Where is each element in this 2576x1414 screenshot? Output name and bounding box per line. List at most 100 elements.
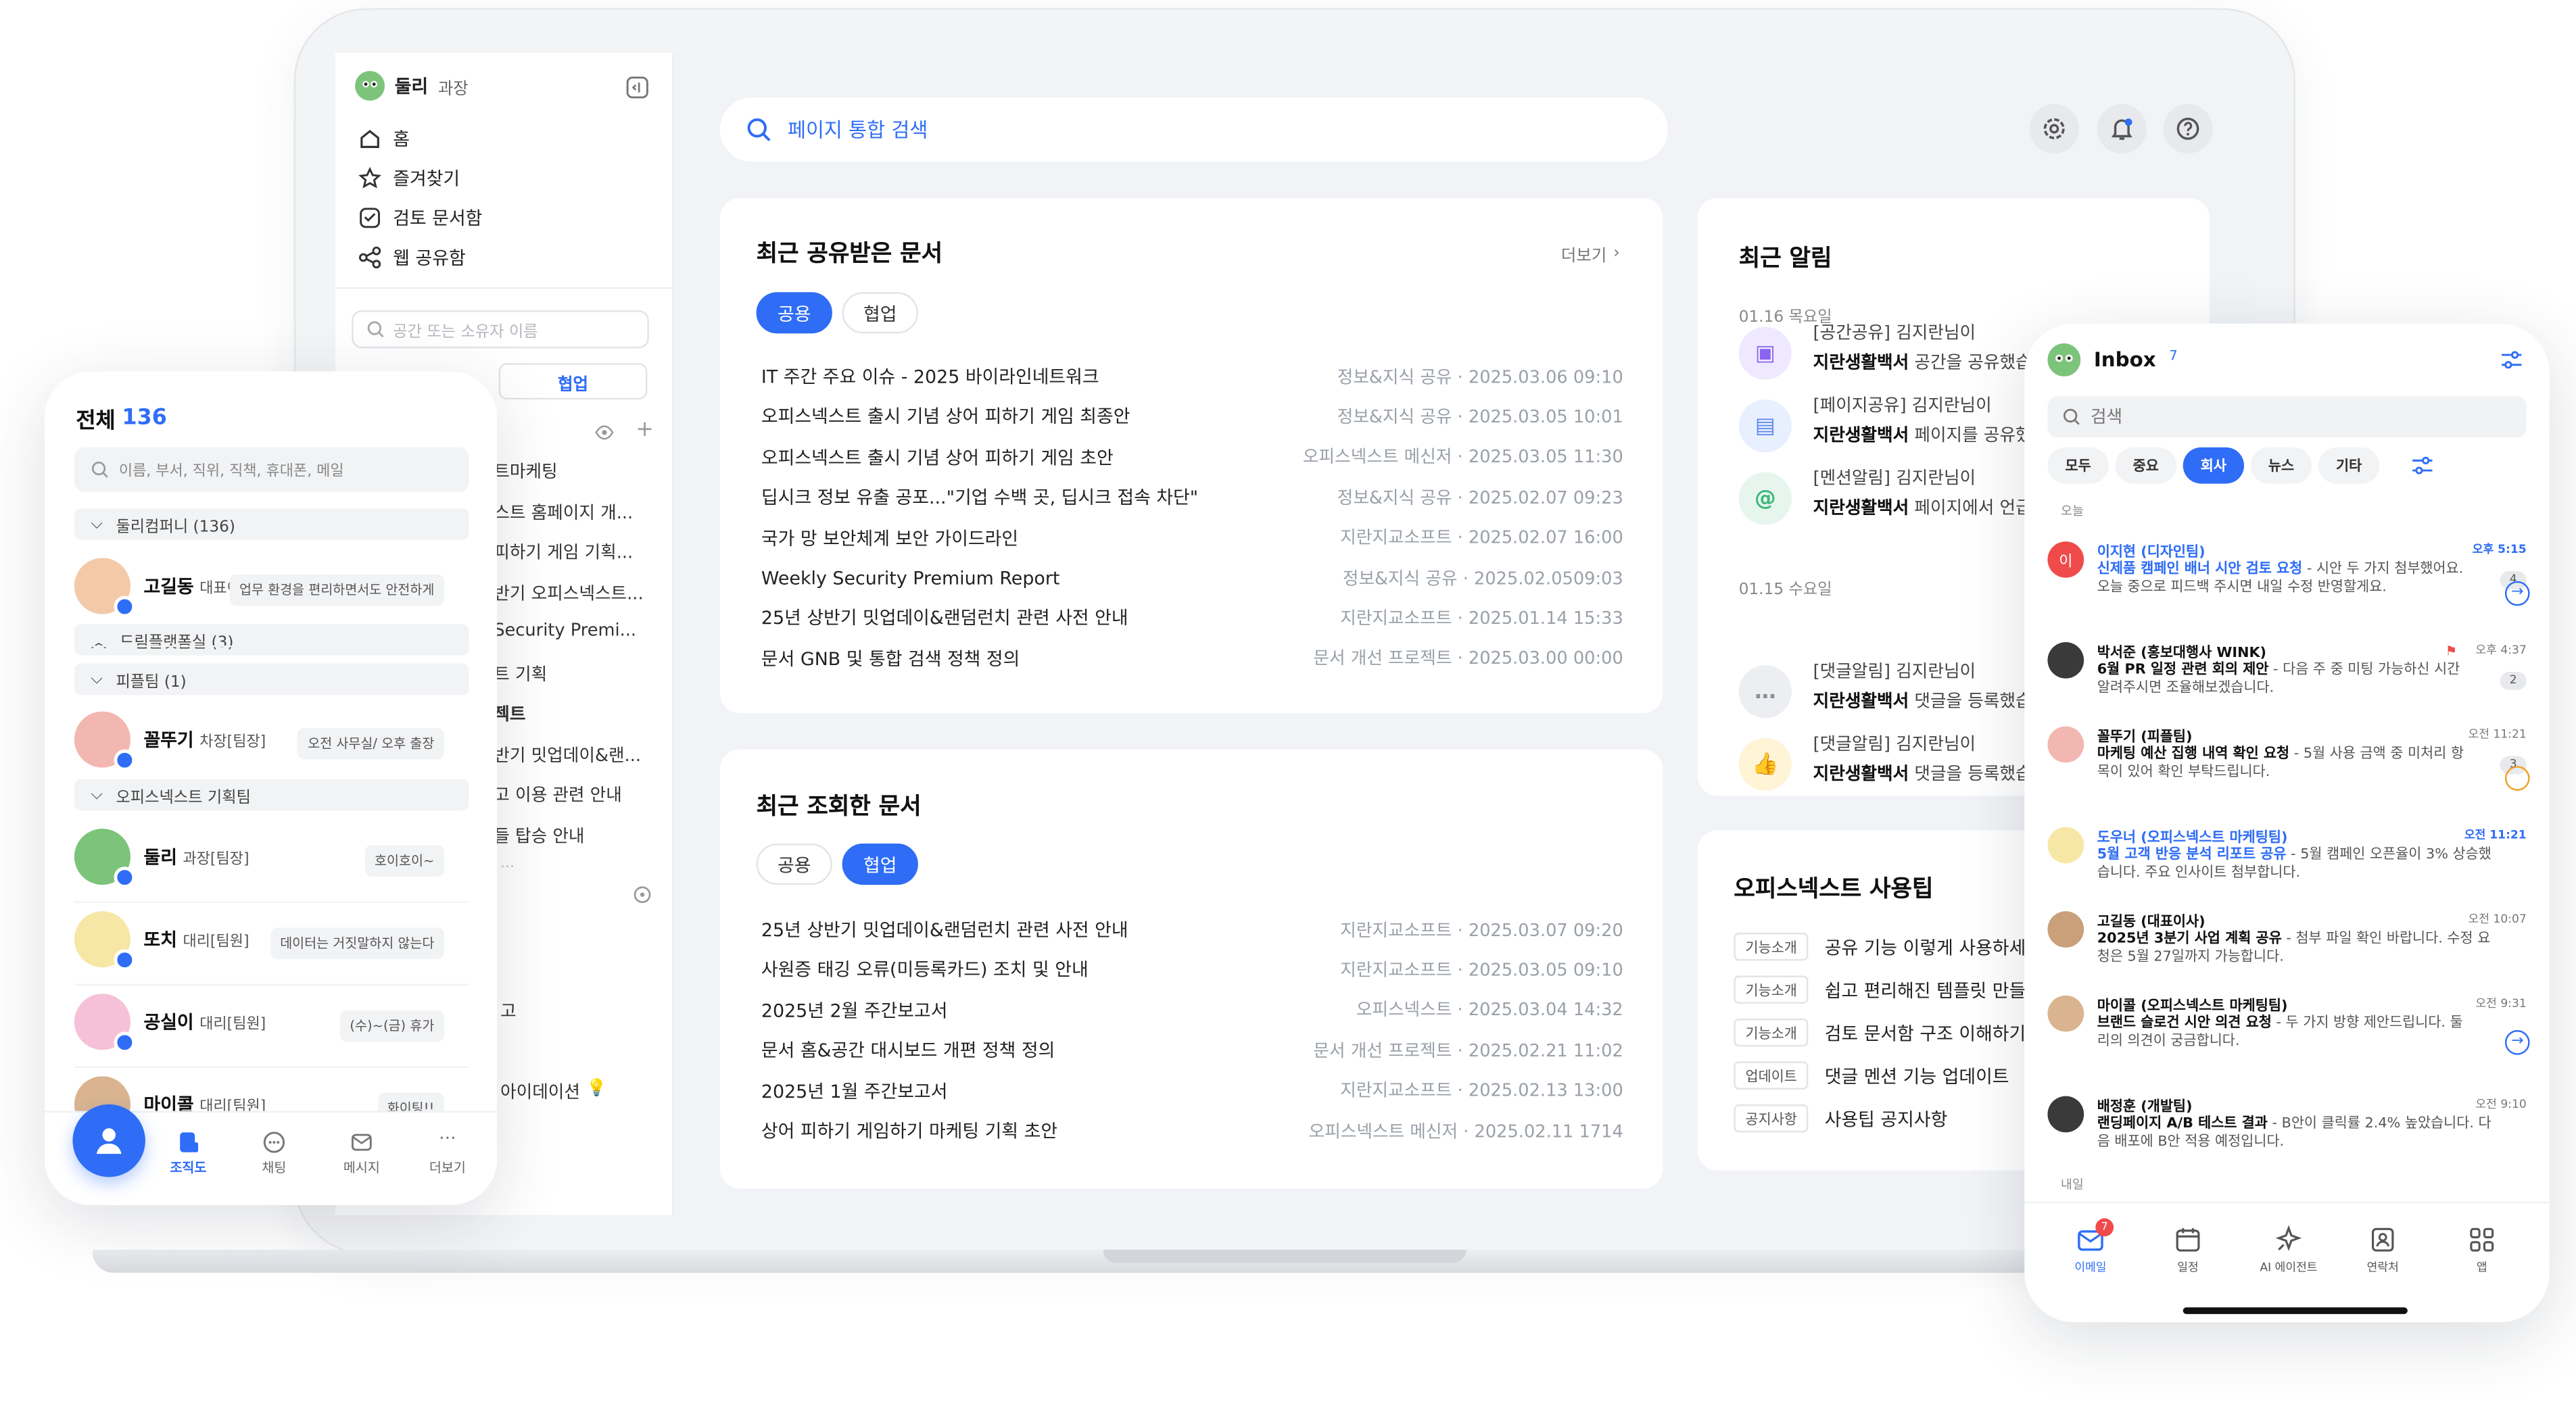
doc-row[interactable]: 25년 상반기 밋업데이&랜덤런치 관련 사전 안내 지란지교소프트 · 2025… xyxy=(761,913,1623,946)
settings-small-icon[interactable] xyxy=(632,885,652,904)
tab-public[interactable]: 공용 xyxy=(756,292,832,334)
mail-item[interactable]: 도우너 (오피스넥스트 마케팅팀) 5월 고객 반응 분석 리포트 공유 - 5월… xyxy=(2047,827,2529,903)
recent-viewed-card: 최근 조회한 문서 공용 협업 25년 상반기 밋업데이&랜덤런치 관련 사전 … xyxy=(719,749,1663,1189)
tab-email[interactable]: 7 이메일 xyxy=(2057,1218,2124,1276)
filter-chip-0[interactable]: 모두 xyxy=(2047,447,2109,484)
tab-collab[interactable]: 협업 xyxy=(842,292,918,334)
partial-bottom-item-1[interactable]: 고 xyxy=(500,999,517,1024)
doc-row[interactable]: 오피스넥스트 출시 기념 상어 피하기 게임 최종안 정보&지식 공유 · 202… xyxy=(761,400,1623,433)
doc-row[interactable]: 문서 GNB 및 통합 검색 정책 정의 문서 개선 프로젝트 · 2025.03… xyxy=(761,642,1623,675)
space-tree-item[interactable]: 스트 홈페이지 개... xyxy=(494,499,633,525)
tab-ai-agent[interactable]: AI 에이전트 xyxy=(2252,1225,2324,1276)
settings-button[interactable] xyxy=(2029,103,2079,154)
mail-item[interactable]: 마이콜 (오피스넥스트 마케팅팀) 브랜드 슬로건 시안 의견 요청 - 두 가지… xyxy=(2047,995,2530,1071)
profile-fab-button[interactable] xyxy=(72,1104,145,1177)
partial-bottom-item-2[interactable]: 아이데이션 xyxy=(500,1079,580,1104)
tip-title[interactable]: 사용팁 공지사항 xyxy=(1825,1106,1948,1132)
space-tree-item[interactable]: Security Premi... xyxy=(494,620,636,640)
tab-apps-label: 앱 xyxy=(2476,1261,2487,1275)
tip-title[interactable]: 쉽고 편리해진 템플릿 만들기 xyxy=(1825,977,2043,1004)
recent-shared-card: 최근 공유받은 문서 더보기 › 공용 협업 IT 주간 주요 이슈 - 202… xyxy=(719,198,1663,714)
space-tree-item[interactable]: 트마케팅 xyxy=(494,459,557,484)
space-tree-item[interactable]: 피하기 게임 기획... xyxy=(494,540,633,565)
nav-favorites[interactable]: 즐겨찾기 xyxy=(358,165,460,191)
cube-icon: ▣ xyxy=(1738,326,1792,380)
doc-row[interactable]: 문서 홈&공간 대시보드 개편 정책 정의 문서 개선 프로젝트 · 2025.0… xyxy=(761,1033,1623,1067)
org-search-input[interactable]: 이름, 부서, 직위, 직책, 휴대폰, 메일 xyxy=(74,447,469,492)
help-button[interactable] xyxy=(2163,103,2213,154)
reply-arrow-icon[interactable]: → xyxy=(2504,581,2530,606)
nav-review-box[interactable]: 검토 문서함 xyxy=(358,205,482,231)
doc-row[interactable]: 상어 피하기 게임하기 마케팅 기획 초안 오피스넥스트 메신저 · 2025.0… xyxy=(761,1115,1623,1148)
mail-content: 박서준 (홍보대행사 WINK) 6월 PR 일정 관련 회의 제안 - 다음 주… xyxy=(2097,642,2494,698)
space-search-input[interactable]: 공간 또는 소유자 이름 xyxy=(352,310,649,349)
nav-web-share[interactable]: 웹 공유함 xyxy=(358,244,466,270)
mail-item[interactable]: 고길동 (대표이사) 2025년 3분기 사업 계획 공유 - 첨부 파일 확인 … xyxy=(2047,911,2529,987)
tab-chat[interactable]: 채팅 xyxy=(249,1131,299,1177)
space-tree-item[interactable]: 반기 밋업데이&랜... xyxy=(494,742,641,767)
space-tree-item[interactable]: 고 이용 관련 안내 xyxy=(494,783,622,808)
snooze-icon[interactable] xyxy=(2504,766,2530,791)
person-row[interactable]: 꼴뚜기 차장[팀장] 오전 사무실/ 오후 출장 xyxy=(74,711,471,786)
person-row[interactable]: 또치 대리[팀원] 데이터는 거짓말하지 않는다 xyxy=(74,911,471,986)
tab-public[interactable]: 공용 xyxy=(756,844,832,885)
nav-home[interactable]: 홈 xyxy=(358,126,410,152)
alert-heading[interactable]: [공간공유] 김지란님이 xyxy=(1813,320,1976,345)
eye-icon[interactable] xyxy=(594,424,614,441)
group-company[interactable]: ⌵ 둘리컴퍼니 (136) xyxy=(74,508,469,540)
space-tree-item[interactable]: 들 탑승 안내 xyxy=(494,823,584,848)
tab-org-chart[interactable]: 조직도 xyxy=(164,1131,213,1177)
more-link[interactable]: 더보기 › xyxy=(1561,241,1620,266)
notification-button[interactable] xyxy=(2097,103,2147,154)
filter-chip-4[interactable]: 기타 xyxy=(2318,447,2380,484)
mail-item[interactable]: 배정훈 (개발팀) 랜딩페이지 A/B 테스트 결과 - B안이 클릭률 2.4%… xyxy=(2047,1096,2529,1172)
tab-collab[interactable]: 협업 xyxy=(498,363,648,400)
filter-sliders-icon[interactable] xyxy=(2411,456,2434,475)
collapse-sidebar-icon[interactable] xyxy=(626,76,649,99)
person-row[interactable]: 둘리 과장[팀장] 호이호이~ xyxy=(74,829,471,903)
mail-subject-line: 5월 고객 반응 분석 리포트 공유 - 5월 캠페인 오픈율이 3% 상승했 xyxy=(2097,847,2494,865)
reply-arrow-icon[interactable]: → xyxy=(2504,1029,2530,1055)
tab-contacts[interactable]: 연락처 xyxy=(2350,1225,2416,1276)
space-tree-item[interactable]: 반기 오피스넥스트... xyxy=(494,580,643,605)
doc-row[interactable]: 오피스넥스트 출시 기념 상어 피하기 게임 초안 오피스넥스트 메신저 · 20… xyxy=(761,441,1623,474)
doc-row[interactable]: 국가 망 보안체계 보안 가이드라인 지란지교소프트 · 2025.02.07 1… xyxy=(761,521,1623,554)
mail-item[interactable]: 박서준 (홍보대행사 WINK) 6월 PR 일정 관련 회의 제안 - 다음 주… xyxy=(2047,642,2529,718)
dooly-avatar[interactable] xyxy=(2047,343,2081,376)
global-search-input[interactable]: 페이지 통합 검색 xyxy=(719,97,1668,162)
alert-heading[interactable]: [댓글알림] 김지란님이 xyxy=(1813,731,1976,756)
group-dream-platform[interactable]: ︿ 드림플랫폼실 (3) xyxy=(74,624,469,656)
filter-chip-1[interactable]: 중요 xyxy=(2115,447,2176,484)
space-tree-item[interactable]: 트 기획 xyxy=(494,661,547,686)
alert-heading[interactable]: [멘션알림] 김지란님이 xyxy=(1813,466,1976,491)
user-profile[interactable]: 둘리 과장 xyxy=(355,71,469,101)
tab-calendar[interactable]: 일정 xyxy=(2155,1225,2221,1276)
alert-heading[interactable]: [페이지공유] 김지란님이 xyxy=(1813,393,1992,418)
settings-sliders-icon[interactable] xyxy=(2500,350,2523,370)
add-icon[interactable]: + xyxy=(636,418,654,443)
mail-item[interactable]: 이 이지현 (디자인팀) 신제품 캠페인 배너 시안 검토 요청 - 시안 두 가지… xyxy=(2047,541,2530,617)
space-tree-item[interactable]: 젝트 xyxy=(494,702,525,727)
tab-apps[interactable]: 앱 xyxy=(2449,1225,2515,1276)
filter-chip-2[interactable]: 회사 xyxy=(2183,447,2245,484)
filter-chip-3[interactable]: 뉴스 xyxy=(2250,447,2312,484)
doc-row[interactable]: IT 주간 주요 이슈 - 2025 바이라인네트워크 정보&지식 공유 · 20… xyxy=(761,360,1623,393)
doc-row[interactable]: Weekly Security Premium Report 정보&지식 공유 ·… xyxy=(761,561,1623,594)
tab-message[interactable]: 메시지 xyxy=(333,1131,389,1177)
tip-title[interactable]: 공유 기능 이렇게 사용하세요 xyxy=(1825,934,2043,960)
tip-title[interactable]: 댓글 멘션 기능 업데이트 xyxy=(1825,1063,2009,1090)
doc-row[interactable]: 2025년 1월 주간보고서 지란지교소프트 · 2025.02.13 13:00 xyxy=(761,1074,1623,1107)
group-people-team[interactable]: ⌵ 피플팀 (1) xyxy=(74,663,469,696)
person-row[interactable]: 공실이 대리[팀원] (수)~(금) 휴가 xyxy=(74,994,471,1069)
doc-row[interactable]: 2025년 2월 주간보고서 오피스넥스트 · 2025.03.04 14:32 xyxy=(761,994,1623,1027)
tab-collab[interactable]: 협업 xyxy=(842,844,918,885)
person-row[interactable]: 고길동 대표이사 업무 환경을 편리하면서도 안전하게 xyxy=(74,558,471,648)
doc-row[interactable]: 25년 상반기 밋업데이&랜덤런치 관련 사전 안내 지란지교소프트 · 2025… xyxy=(761,602,1623,635)
mail-item[interactable]: 꼴뚜기 (피플팀) 마케팅 예산 집행 내역 확인 요청 - 5월 사용 금액 중… xyxy=(2047,726,2530,802)
alert-heading[interactable]: [댓글알림] 김지란님이 xyxy=(1813,658,1976,683)
inbox-search-input[interactable]: 검색 xyxy=(2047,396,2527,438)
tip-title[interactable]: 검토 문서함 구조 이해하기 xyxy=(1825,1020,2026,1046)
doc-row[interactable]: 딥시크 정보 유출 공포..."기업 수백 곳, 딥시크 접속 차단" 정보&지식… xyxy=(761,481,1623,514)
doc-row[interactable]: 사원증 태깅 오류(미등록카드) 조치 및 안내 지란지교소프트 · 2025.0… xyxy=(761,953,1623,986)
tab-more[interactable]: ··· 더보기 xyxy=(419,1129,475,1177)
